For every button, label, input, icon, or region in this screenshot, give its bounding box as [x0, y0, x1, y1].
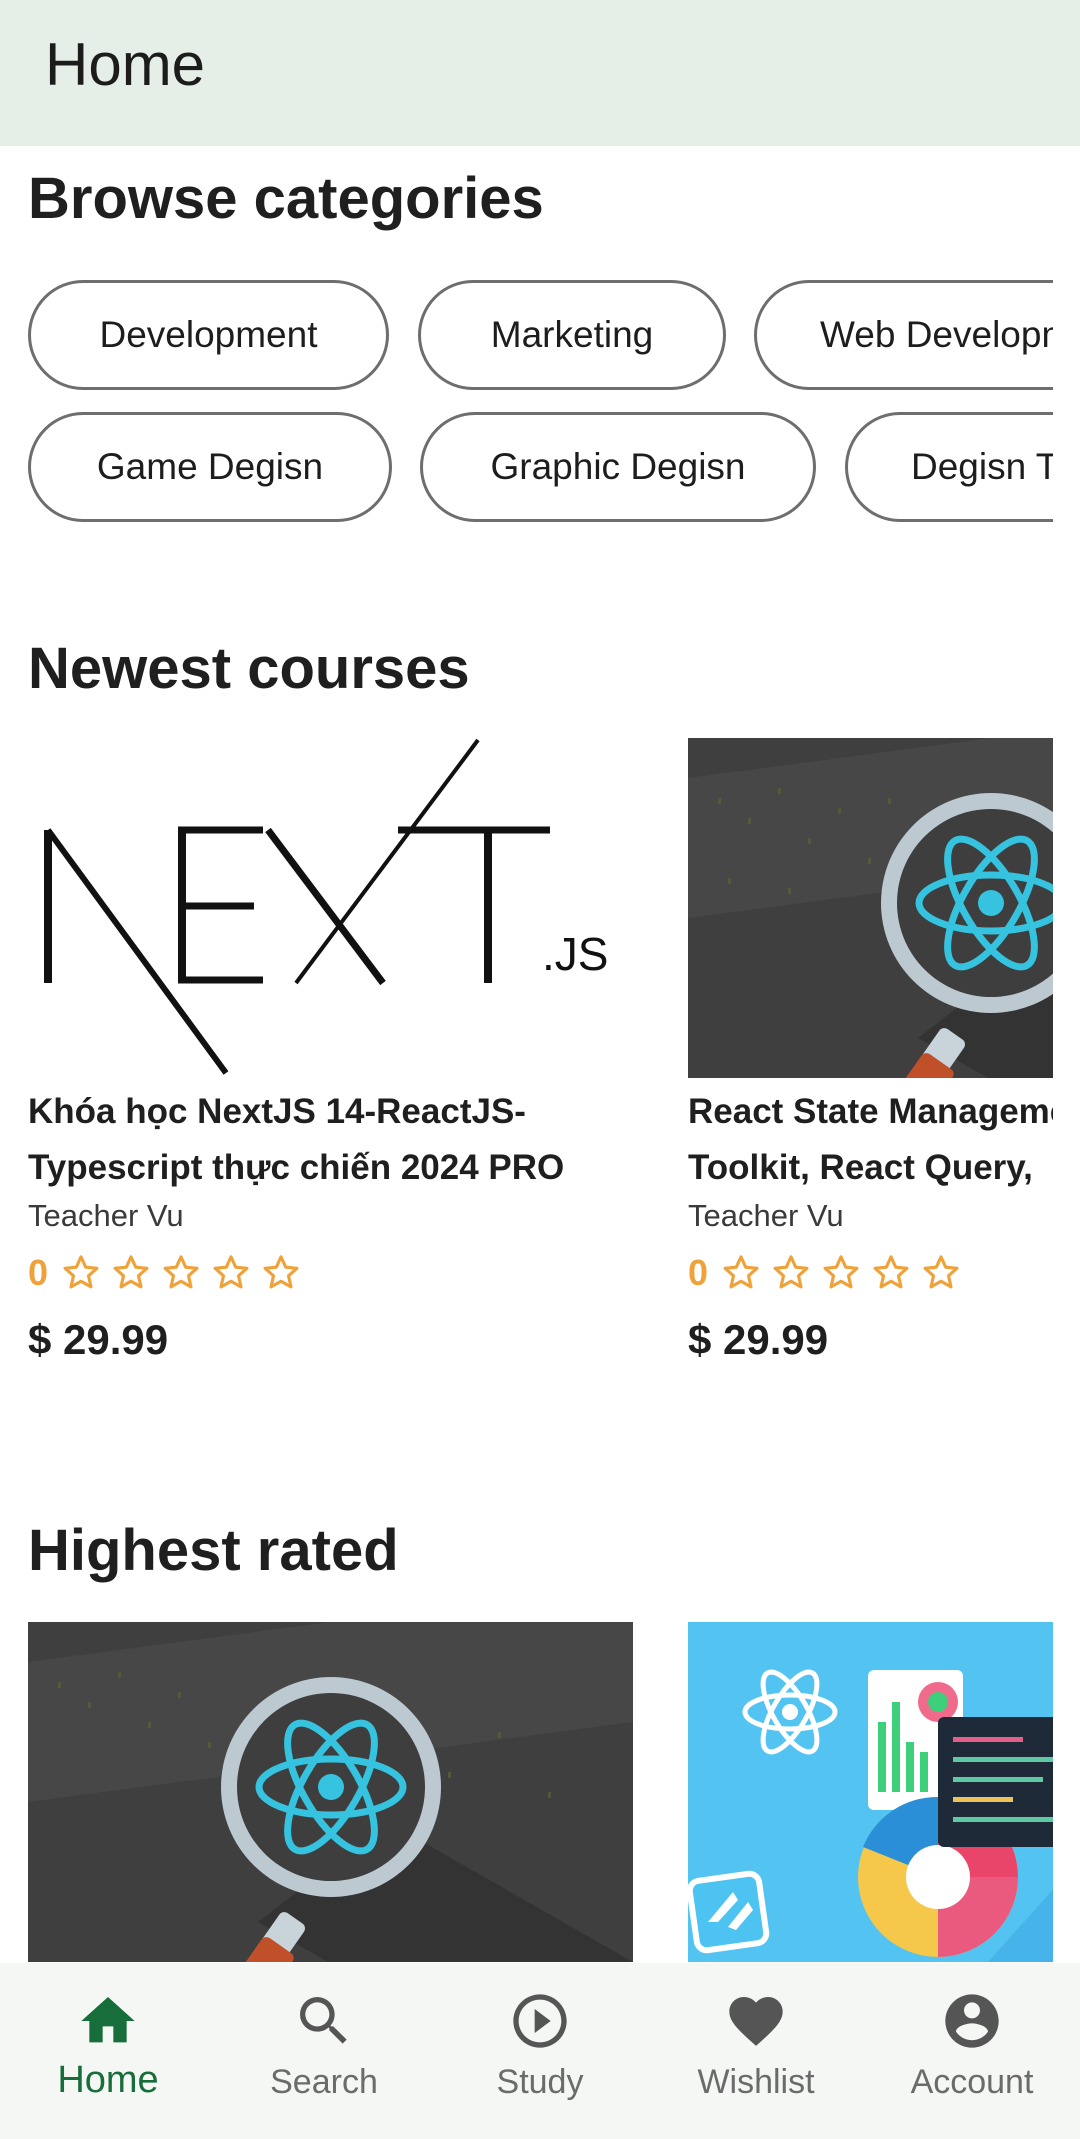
course-card[interactable]: .JS Khóa học NextJS 14-ReactJS- Typescri… [28, 738, 633, 1364]
nav-wishlist-label: Wishlist [697, 2063, 815, 2101]
star-outline-icon [113, 1255, 149, 1289]
category-chip-design-tools[interactable]: Degisn Tools [845, 412, 1053, 522]
svg-text:.JS: .JS [542, 928, 608, 980]
nav-study[interactable]: Study [432, 1963, 648, 2139]
heart-icon [729, 1997, 783, 2046]
course-title-line-2: Toolkit, React Query, [688, 1148, 1033, 1187]
category-chip-development[interactable]: Development [28, 280, 389, 390]
course-title-line-1: React State Management [688, 1092, 1053, 1131]
course-price: $ 29.99 [28, 1316, 169, 1363]
star-outline-icon [923, 1255, 959, 1289]
star-outline-icon [873, 1255, 909, 1289]
nav-home[interactable]: Home [0, 1963, 216, 2139]
bottom-navigation: Home Search Study Wishlist Account [0, 1963, 1080, 2139]
category-chip-web-development[interactable]: Web Development [754, 280, 1053, 390]
star-outline-icon [823, 1255, 859, 1289]
course-price: $ 29.99 [688, 1316, 829, 1363]
course-thumbnail-react-dashboard [688, 1622, 1053, 1962]
react-magnifier-image [688, 738, 1053, 1078]
nav-account[interactable]: Account [864, 1963, 1080, 2139]
rating-value: 0 [688, 1252, 709, 1293]
star-outline-icon [213, 1255, 249, 1289]
star-outline-icon [773, 1255, 809, 1289]
nav-account-label: Account [910, 2063, 1034, 2101]
category-chip-graphic-design[interactable]: Graphic Degisn [420, 412, 816, 522]
app-bar: Home [0, 0, 1080, 146]
highest-rated-heading: Highest rated [28, 1518, 399, 1583]
course-title-line-1: Khóa học NextJS 14-ReactJS- [28, 1092, 526, 1131]
nav-wishlist[interactable]: Wishlist [648, 1963, 864, 2139]
category-chip-game-design[interactable]: Game Degisn [28, 412, 392, 522]
page-title: Home [45, 31, 206, 98]
nextjs-logo: .JS [44, 738, 608, 1075]
star-outline-icon [723, 1255, 759, 1289]
course-card[interactable] [28, 1622, 633, 1962]
search-icon [300, 1997, 347, 2044]
nav-search-label: Search [270, 2063, 378, 2101]
course-teacher: Teacher Vu [28, 1198, 184, 1233]
nav-home-label: Home [57, 2059, 159, 2101]
highest-rated-list[interactable] [28, 1622, 1053, 1963]
course-card[interactable] [688, 1622, 1053, 1962]
course-teacher: Teacher Vu [688, 1198, 844, 1233]
category-chip-marketing[interactable]: Marketing [418, 280, 726, 390]
react-dashboard-image [688, 1622, 1053, 1962]
course-thumbnail-nextjs: .JS [28, 738, 633, 1078]
account-circle-icon [945, 1994, 999, 2048]
nav-search[interactable]: Search [216, 1963, 432, 2139]
newest-courses-list[interactable]: .JS Khóa học NextJS 14-ReactJS- Typescri… [28, 738, 1053, 1388]
category-row-1[interactable]: Development Marketing Web Development [28, 280, 1053, 395]
home-icon [81, 1997, 135, 2043]
newest-courses-heading: Newest courses [28, 636, 470, 701]
course-rating: 0 [688, 1252, 1053, 1294]
nav-study-label: Study [496, 2063, 584, 2101]
course-thumbnail-react-state [688, 738, 1053, 1078]
star-outline-icon [263, 1255, 299, 1289]
star-outline-icon [163, 1255, 199, 1289]
browse-categories-heading: Browse categories [28, 166, 544, 231]
course-title-line-2: Typescript thực chiến 2024 PRO [28, 1148, 565, 1187]
course-thumbnail-react-state [28, 1622, 633, 1962]
category-row-2[interactable]: Game Degisn Graphic Degisn Degisn Tools [28, 412, 1053, 527]
play-circle-icon [513, 1994, 567, 2048]
star-outline-icon [63, 1255, 99, 1289]
course-card[interactable]: React State Management Toolkit, React Qu… [688, 738, 1053, 1364]
rating-value: 0 [28, 1252, 49, 1293]
react-magnifier-image [28, 1622, 633, 1962]
course-rating: 0 [28, 1252, 633, 1294]
